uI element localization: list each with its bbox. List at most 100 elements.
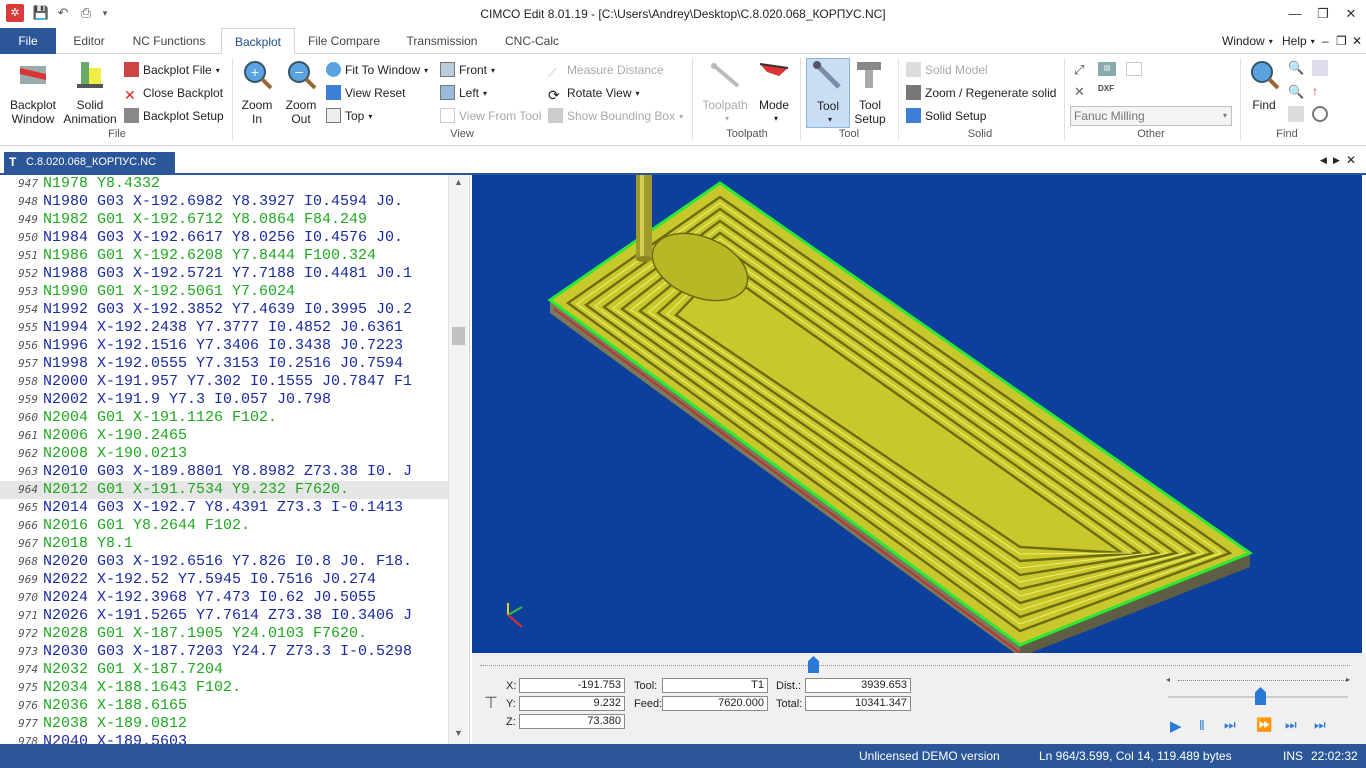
find-button[interactable]: Find [1244, 58, 1284, 112]
step-forward-icon[interactable]: ⏭ [1224, 717, 1236, 733]
view-reset-button[interactable]: View Reset [326, 83, 405, 103]
code-line[interactable]: 961 N2006 X-190.2465 [0, 427, 448, 445]
code-line[interactable]: 957 N1998 X-192.0555 Y7.3153 I0.2516 J0.7… [0, 355, 448, 373]
export-icon[interactable]: ▤ [1098, 62, 1116, 76]
dxf-icon[interactable]: DXF [1098, 84, 1116, 98]
find-prev-icon[interactable]: 🔍 [1288, 84, 1304, 100]
window-icon[interactable] [1126, 62, 1142, 76]
code-line[interactable]: 962 N2008 X-190.0213 [0, 445, 448, 463]
code-line[interactable]: 972 N2028 G01 X-187.1905 Y24.0103 F7620. [0, 625, 448, 643]
code-line[interactable]: 978 N2040 X-189.5603 [0, 733, 448, 744]
nc-code-editor[interactable]: 947 N1978 Y8.4332 948 N1980 G03 X-192.6982 … [0, 175, 470, 744]
play-icon[interactable]: ▶ [1170, 717, 1182, 735]
tab-file[interactable]: File [0, 28, 56, 54]
view-from-tool-button[interactable]: View From Tool [440, 106, 541, 126]
code-line[interactable]: 950 N1984 G03 X-192.6617 Y8.0256 I0.4576 … [0, 229, 448, 247]
mdi-close-icon[interactable]: ✕ [1352, 34, 1362, 48]
step-z-icon[interactable]: ⏭ [1285, 717, 1297, 733]
pause-icon[interactable]: ‖ [1199, 717, 1205, 733]
code-line[interactable]: 967 N2018 Y8.1 [0, 535, 448, 553]
clock-icon[interactable] [1312, 106, 1328, 122]
mdi-minimize-icon[interactable]: – [1322, 34, 1329, 48]
tab-scroll-right-icon[interactable]: ▶ [1333, 155, 1340, 166]
backplot-window-button[interactable]: Backplot Window [4, 58, 62, 126]
code-line[interactable]: 948 N1980 G03 X-192.6982 Y8.3927 I0.4594 … [0, 193, 448, 211]
left-view-button[interactable]: Left ▾ [440, 83, 487, 103]
document-tab[interactable]: T C.8.020.068_КОРПУС.NC [4, 152, 175, 173]
tab-transmission[interactable]: Transmission [396, 28, 488, 54]
code-line[interactable]: 953 N1990 G01 X-192.5061 Y7.6024 [0, 283, 448, 301]
code-line[interactable]: 958 N2000 X-191.957 Y7.302 I0.1555 J0.784… [0, 373, 448, 391]
zoom-in-button[interactable]: + Zoom In [236, 58, 278, 126]
tool-button[interactable]: Tool ▾ [806, 58, 850, 128]
tab-scroll-left-icon[interactable]: ◀ [1320, 155, 1327, 166]
code-line[interactable]: 966 N2016 G01 Y8.2644 F102. [0, 517, 448, 535]
solid-animation-button[interactable]: Solid Animation [60, 58, 120, 126]
speed-slider-thumb[interactable] [1255, 687, 1266, 705]
code-line[interactable]: 975 N2034 X-188.1643 F102. [0, 679, 448, 697]
code-line[interactable]: 969 N2022 X-192.52 Y7.5945 I0.7516 J0.274 [0, 571, 448, 589]
machine-select[interactable]: Fanuc Milling ▾ [1070, 106, 1232, 126]
close-backplot-button[interactable]: ✕ Close Backplot [124, 83, 223, 103]
code-line[interactable]: 973 N2030 G03 X-187.7203 Y24.7 Z73.3 I-0.… [0, 643, 448, 661]
code-line[interactable]: 977 N2038 X-189.0812 [0, 715, 448, 733]
backplot-viewport[interactable] [472, 175, 1362, 653]
scroll-up-icon[interactable]: ▲ [454, 177, 463, 187]
run-to-cursor-icon[interactable]: ⏩ [1256, 717, 1272, 733]
code-line[interactable]: 960 N2004 G01 X-191.1126 F102. [0, 409, 448, 427]
step-end-icon[interactable]: ⏭ [1314, 717, 1326, 733]
code-line[interactable]: 963 N2010 G03 X-189.8801 Y8.8982 Z73.38 I… [0, 463, 448, 481]
tool-setup-button[interactable]: Tool Setup [850, 58, 890, 126]
measure-distance-button[interactable]: ⟋ Measure Distance [548, 60, 664, 80]
help-menu[interactable]: Help ▾ [1282, 34, 1315, 48]
tab-cnc-calc[interactable]: CNC-Calc [496, 28, 568, 54]
solid-model-button[interactable]: Solid Model [906, 60, 988, 80]
scroll-thumb[interactable] [452, 327, 465, 345]
position-slider-thumb[interactable] [808, 656, 819, 673]
bookmark-icon[interactable] [1288, 106, 1304, 122]
code-line[interactable]: 964 N2012 G01 X-191.7534 Y9.232 F7620. [0, 481, 448, 499]
window-menu[interactable]: Window ▾ [1222, 34, 1273, 48]
rotate-view-button[interactable]: ⟳ Rotate View ▾ [548, 83, 640, 103]
backplot-setup-button[interactable]: Backplot Setup [124, 106, 224, 126]
maximize-button[interactable]: ❐ [1308, 0, 1338, 28]
fit-to-window-button[interactable]: Fit To Window ▾ [326, 60, 428, 80]
code-line[interactable]: 956 N1996 X-192.1516 Y7.3406 I0.3438 J0.7… [0, 337, 448, 355]
show-bounding-box-button[interactable]: Show Bounding Box ▾ [548, 106, 683, 126]
find-next-icon[interactable]: 🔍 [1288, 60, 1304, 76]
code-line[interactable]: 971 N2026 X-191.5265 Y7.7614 Z73.38 I0.34… [0, 607, 448, 625]
code-line[interactable]: 949 N1982 G01 X-192.6712 Y8.0864 F84.249 [0, 211, 448, 229]
code-line[interactable]: 951 N1986 G01 X-192.6208 Y7.8444 F100.324 [0, 247, 448, 265]
code-line[interactable]: 952 N1988 G03 X-192.5721 Y7.7188 I0.4481 … [0, 265, 448, 283]
toolpath-button[interactable]: Toolpath ▾ [698, 58, 752, 126]
backplot-3d-view[interactable] [472, 175, 1362, 653]
tab-close-icon[interactable]: ✕ [1346, 153, 1356, 167]
scroll-down-icon[interactable]: ▼ [454, 728, 463, 738]
zoom-regenerate-button[interactable]: Zoom / Regenerate solid [906, 83, 1056, 103]
code-line[interactable]: 965 N2014 G03 X-192.7 Y8.4391 Z73.3 I-0.1… [0, 499, 448, 517]
code-line[interactable]: 968 N2020 G03 X-192.6516 Y7.826 I0.8 J0. … [0, 553, 448, 571]
position-slider-track[interactable] [480, 665, 1350, 666]
code-line[interactable]: 970 N2024 X-192.3968 Y7.473 I0.62 J0.5055 [0, 589, 448, 607]
solid-setup-button[interactable]: Solid Setup [906, 106, 986, 126]
tab-file-compare[interactable]: File Compare [300, 28, 388, 54]
code-line[interactable]: 954 N1992 G03 X-192.3852 Y7.4639 I0.3995 … [0, 301, 448, 319]
code-line[interactable]: 974 N2032 G01 X-187.7204 [0, 661, 448, 679]
code-line[interactable]: 955 N1994 X-192.2438 Y7.3777 I0.4852 J0.6… [0, 319, 448, 337]
code-line[interactable]: 959 N2002 X-191.9 Y7.3 I0.057 J0.798 [0, 391, 448, 409]
mdi-restore-icon[interactable]: ❐ [1336, 34, 1347, 48]
front-view-button[interactable]: Front ▾ [440, 60, 495, 80]
other-arrow-icon[interactable]: ⤢ [1074, 62, 1090, 78]
zoom-out-button[interactable]: – Zoom Out [280, 58, 322, 126]
code-line[interactable]: 947 N1978 Y8.4332 [0, 175, 448, 193]
speed-slider-right-icon[interactable]: ▸ [1346, 675, 1350, 684]
editor-scrollbar[interactable]: ▲ ▼ [448, 175, 468, 744]
tab-backplot[interactable]: Backplot [221, 28, 295, 55]
goto-icon[interactable]: ↑ [1312, 84, 1328, 100]
top-view-button[interactable]: Top ▾ [326, 106, 372, 126]
replace-icon[interactable] [1312, 60, 1328, 76]
close-button[interactable]: ✕ [1336, 0, 1366, 28]
backplot-file-button[interactable]: Backplot File ▾ [124, 60, 220, 80]
minimize-button[interactable]: — [1280, 0, 1310, 28]
mode-button[interactable]: Mode ▾ [754, 58, 794, 126]
